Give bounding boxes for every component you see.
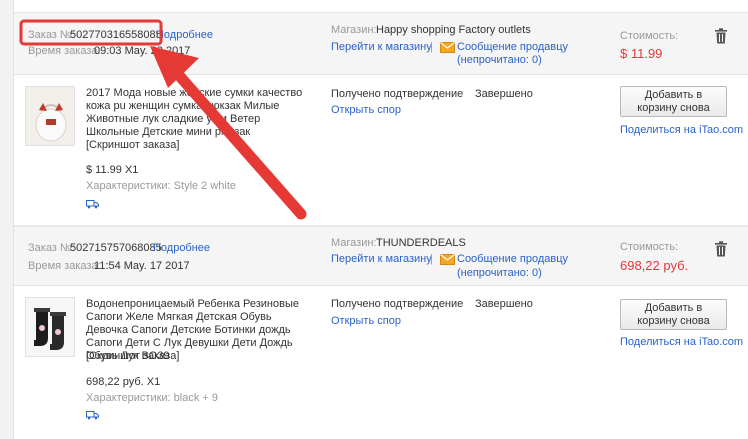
order-number-label: Заказ №: [28, 29, 75, 41]
product-title[interactable]: 2017 Мода новые женские сумки качество к… [86, 87, 314, 139]
trash-icon[interactable] [714, 28, 728, 44]
product-specs: Характеристики: Style 2 white [86, 180, 237, 192]
unread-count-link[interactable]: (непрочитано: 0) [457, 267, 542, 279]
product-thumbnail[interactable] [25, 86, 75, 146]
cost-value: $ 11.99 [620, 46, 663, 61]
message-seller-link[interactable]: Сообщение продавцу [457, 253, 568, 265]
order-number: 502715757068085 [70, 242, 162, 254]
order-time: 09:03 May. 22 2017 [94, 45, 191, 57]
share-on-itao[interactable]: Поделиться на iTao.com [620, 336, 743, 348]
link-separator: | [430, 253, 433, 265]
order-snapshot-link[interactable]: [Скриншот заказа] [86, 139, 179, 151]
order-details-link[interactable]: Подробнее [156, 29, 213, 41]
store-name: THUNDERDEALS [376, 237, 466, 249]
order-header: Заказ №: 502715757068085 Подробнее Время… [14, 226, 748, 286]
envelope-icon [440, 254, 455, 265]
open-dispute-link[interactable]: Открыть спор [331, 104, 401, 116]
share-on-itao[interactable]: Поделиться на iTao.com [620, 124, 743, 136]
product-thumbnail[interactable] [25, 297, 75, 357]
order-number: 502770316558085 [70, 29, 162, 41]
go-to-store-link[interactable]: Перейти к магазину [331, 253, 432, 265]
store-label: Магазин: [331, 237, 377, 249]
product-specs: Характеристики: black + 9 [86, 392, 219, 404]
order-time: 11:54 May. 17 2017 [94, 260, 190, 272]
delivery-status: Получено подтверждение [331, 88, 464, 100]
order-time-label: Время заказа: [28, 260, 101, 272]
order-number-label: Заказ №: [28, 242, 75, 254]
order-status: Завершено [475, 88, 533, 100]
cost-label: Стоимость: [620, 30, 679, 42]
share-prefix: Поделиться на [620, 124, 696, 136]
order-snapshot-link[interactable]: [Скриншот заказа] [86, 350, 179, 362]
add-to-cart-again-button[interactable]: Добавить в корзину снова [620, 299, 727, 330]
truck-icon[interactable] [86, 410, 99, 420]
share-prefix: Поделиться на [620, 336, 696, 348]
message-seller-link[interactable]: Сообщение продавцу [457, 41, 568, 53]
itao-logo-text: iTao.com [699, 336, 744, 348]
store-name: Happy shopping Factory outlets [376, 24, 531, 36]
go-to-store-link[interactable]: Перейти к магазину [331, 41, 432, 53]
link-separator: | [430, 41, 433, 53]
add-to-cart-again-button[interactable]: Добавить в корзину снова [620, 86, 727, 117]
trash-icon[interactable] [714, 241, 728, 257]
itao-logo-text: iTao.com [699, 124, 744, 136]
order-status: Завершено [475, 298, 533, 310]
unread-count-link[interactable]: (непрочитано: 0) [457, 54, 542, 66]
price-quantity: 698,22 руб. X1 [86, 376, 161, 388]
truck-icon[interactable] [86, 199, 99, 209]
delivery-status: Получено подтверждение [331, 298, 464, 310]
store-label: Магазин: [331, 24, 377, 36]
envelope-icon [440, 42, 455, 53]
order-header: Заказ №: 502770316558085 Подробнее Время… [14, 12, 748, 75]
order-details-link[interactable]: Подробнее [153, 242, 210, 254]
orders-list: Заказ №: 502770316558085 Подробнее Время… [13, 0, 748, 439]
order-time-label: Время заказа: [28, 45, 101, 57]
cost-label: Стоимость: [620, 241, 679, 253]
order-item: 2017 Мода новые женские сумки качество к… [14, 76, 748, 226]
cost-value: 698,22 руб. [620, 258, 689, 273]
open-dispute-link[interactable]: Открыть спор [331, 315, 401, 327]
order-item: Водонепроницаемый Ребенка Резиновые Сапо… [14, 287, 748, 439]
price-quantity: $ 11.99 X1 [86, 164, 139, 176]
